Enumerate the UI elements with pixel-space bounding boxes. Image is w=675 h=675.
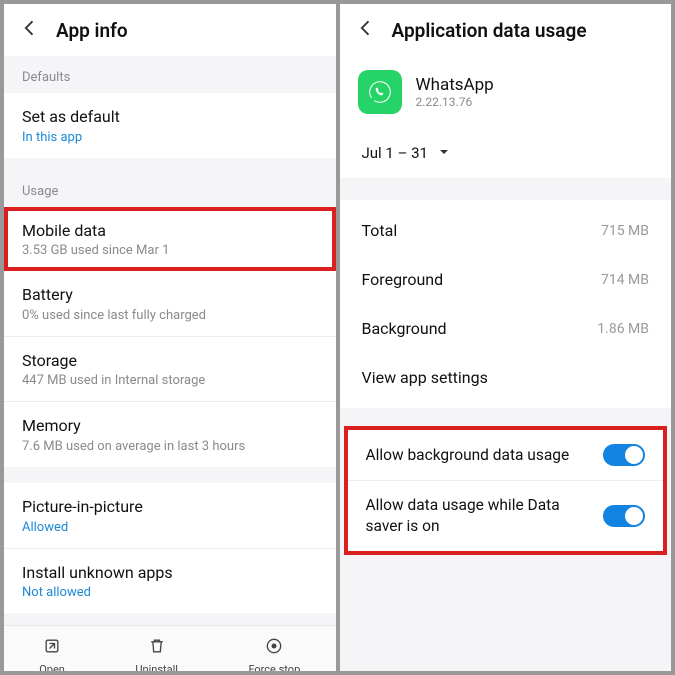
view-app-settings[interactable]: View app settings	[340, 353, 672, 402]
stat-foreground: Foreground 714 MB	[340, 255, 672, 304]
row-label: Mobile data	[22, 220, 318, 242]
defaults-card: Set as default In this app	[4, 93, 336, 158]
row-label: Storage	[22, 350, 318, 372]
toggles-card: Allow background data usage Allow data u…	[348, 430, 664, 551]
trash-icon	[147, 636, 167, 659]
open-label: Open	[39, 663, 65, 671]
app-header: WhatsApp 2.22.13.76	[340, 56, 672, 132]
row-sub: 0% used since last fully charged	[22, 308, 318, 323]
row-label: Install unknown apps	[22, 562, 318, 584]
open-button[interactable]: Open	[39, 636, 65, 671]
bottom-bar: Open Uninstall Force stop	[4, 625, 336, 671]
pip-row[interactable]: Picture-in-picture Allowed	[4, 483, 336, 549]
install-unknown-row[interactable]: Install unknown apps Not allowed	[4, 549, 336, 614]
app-name: WhatsApp	[416, 75, 494, 95]
allow-data-saver-row[interactable]: Allow data usage while Data saver is on	[348, 481, 664, 551]
open-icon	[42, 636, 62, 659]
uninstall-label: Uninstall	[135, 663, 178, 671]
row-sub: 7.6 MB used on average in last 3 hours	[22, 439, 318, 454]
force-stop-icon	[264, 636, 284, 659]
force-stop-label: Force stop	[248, 663, 300, 671]
row-label: Set as default	[22, 106, 318, 128]
stat-total: Total 715 MB	[340, 206, 672, 255]
storage-row[interactable]: Storage 447 MB used in Internal storage	[4, 337, 336, 403]
stats-card: Total 715 MB Foreground 714 MB Backgroun…	[340, 200, 672, 408]
header: App info	[4, 4, 336, 56]
stat-value: 714 MB	[601, 272, 649, 288]
page-title: Application data usage	[392, 19, 587, 42]
stat-value: 715 MB	[601, 223, 649, 239]
app-meta: WhatsApp 2.22.13.76	[416, 75, 494, 109]
row-sub: Allowed	[22, 520, 318, 535]
row-label: Battery	[22, 284, 318, 306]
page-title: App info	[56, 19, 128, 42]
date-range-label: Jul 1 – 31	[362, 144, 429, 162]
stat-label: View app settings	[362, 368, 488, 387]
extras-card: Picture-in-picture Allowed Install unkno…	[4, 483, 336, 613]
whatsapp-icon	[358, 70, 402, 114]
stat-label: Total	[362, 221, 398, 240]
usage-card: Mobile data 3.53 GB used since Mar 1 Bat…	[4, 207, 336, 467]
row-sub: 3.53 GB used since Mar 1	[22, 243, 318, 258]
back-icon[interactable]	[20, 18, 40, 42]
set-default-row[interactable]: Set as default In this app	[4, 93, 336, 158]
stat-value: 1.86 MB	[597, 321, 649, 337]
date-range-selector[interactable]: Jul 1 – 31	[340, 132, 672, 178]
memory-row[interactable]: Memory 7.6 MB used on average in last 3 …	[4, 402, 336, 467]
app-version: 2.22.13.76	[416, 95, 494, 109]
allow-bg-data-row[interactable]: Allow background data usage	[348, 430, 664, 481]
chevron-down-icon	[438, 144, 450, 162]
data-usage-panel: Application data usage WhatsApp 2.22.13.…	[340, 4, 672, 671]
stat-background: Background 1.86 MB	[340, 304, 672, 353]
toggles-highlight: Allow background data usage Allow data u…	[344, 426, 668, 555]
stat-label: Background	[362, 319, 447, 338]
row-label: Memory	[22, 415, 318, 437]
row-label: Picture-in-picture	[22, 496, 318, 518]
toggle-label: Allow background data usage	[366, 445, 570, 466]
uninstall-button[interactable]: Uninstall	[135, 636, 178, 671]
section-label-defaults: Defaults	[4, 56, 336, 93]
back-icon[interactable]	[356, 18, 376, 42]
mobile-data-row[interactable]: Mobile data 3.53 GB used since Mar 1	[4, 207, 336, 272]
app-info-panel: App info Defaults Set as default In this…	[4, 4, 336, 671]
toggle-switch[interactable]	[603, 444, 645, 466]
toggle-switch[interactable]	[603, 505, 645, 527]
header: Application data usage	[340, 4, 672, 56]
row-sub: 447 MB used in Internal storage	[22, 373, 318, 388]
row-sub: Not allowed	[22, 585, 318, 600]
force-stop-button[interactable]: Force stop	[248, 636, 300, 671]
row-sub: In this app	[22, 130, 318, 145]
stat-label: Foreground	[362, 270, 444, 289]
battery-row[interactable]: Battery 0% used since last fully charged	[4, 271, 336, 337]
toggle-label: Allow data usage while Data saver is on	[366, 495, 592, 537]
section-label-usage: Usage	[4, 170, 336, 207]
